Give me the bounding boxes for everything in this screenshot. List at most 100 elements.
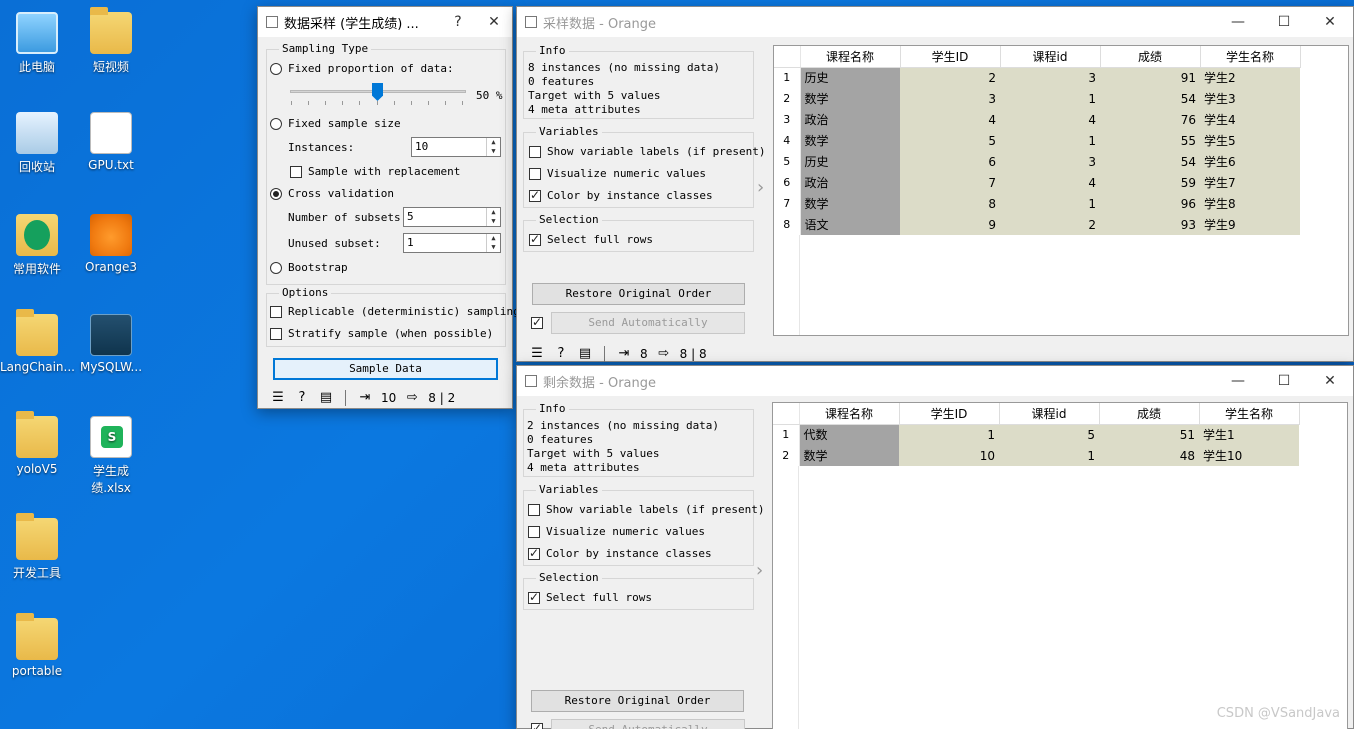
replacement-option[interactable]: Sample with replacement bbox=[290, 165, 460, 178]
column-header[interactable]: 课程id bbox=[999, 403, 1100, 425]
color-option[interactable]: Color by instance classes bbox=[529, 188, 713, 202]
collapse-panel-icon[interactable]: › bbox=[757, 177, 764, 198]
menu-icon[interactable]: ☰ bbox=[270, 391, 286, 405]
show-labels-checkbox[interactable] bbox=[529, 145, 541, 158]
visualize-checkbox[interactable] bbox=[529, 167, 541, 180]
table2-titlebar[interactable]: 剩余数据 - Orange — ☐ ✕ bbox=[517, 366, 1353, 396]
help-icon[interactable]: ? bbox=[553, 347, 569, 361]
table-row[interactable]: 1 历史 2 3 91 学生2 bbox=[774, 67, 1300, 88]
bootstrap-radio[interactable] bbox=[270, 261, 282, 274]
desktop-icon-mysql[interactable]: MySQLW... bbox=[74, 314, 148, 374]
instances-spinbox[interactable]: 10 ▲ ▼ bbox=[411, 137, 501, 157]
send-automatically-button[interactable]: Send Automatically bbox=[551, 719, 745, 729]
show-labels-option[interactable]: Show variable labels (if present) bbox=[528, 503, 765, 516]
visualize-option[interactable]: Visualize numeric values bbox=[529, 167, 706, 180]
auto-send-checkbox[interactable] bbox=[531, 721, 543, 729]
fixed-size-option[interactable]: Fixed sample size bbox=[270, 117, 401, 130]
table-row[interactable]: 7 数学 8 1 96 学生8 bbox=[774, 193, 1300, 214]
report-icon[interactable]: ▤ bbox=[318, 391, 334, 405]
help-button[interactable]: ? bbox=[440, 7, 476, 37]
column-header[interactable]: 成绩 bbox=[1099, 403, 1200, 425]
table-row[interactable]: 2 数学 10 1 48 学生10 bbox=[773, 445, 1299, 466]
minimize-button[interactable]: — bbox=[1215, 7, 1261, 37]
table1-grid[interactable]: 课程名称 学生ID 课程id 成绩 学生名称 1 历史 2 3 91 学生2 2 数学 3 1 5… bbox=[773, 45, 1349, 336]
desktop-icon-gpu-txt[interactable]: GPU.txt bbox=[74, 112, 148, 172]
table-row[interactable]: 4 数学 5 1 55 学生5 bbox=[774, 130, 1300, 151]
folder-icon bbox=[16, 214, 58, 256]
stratify-option[interactable]: Stratify sample (when possible) bbox=[270, 327, 493, 340]
maximize-button[interactable]: ☐ bbox=[1261, 7, 1307, 37]
table-row[interactable]: 3 政治 4 4 76 学生4 bbox=[774, 109, 1300, 130]
desktop-icon-recycle-bin[interactable]: 回收站 bbox=[0, 112, 74, 175]
column-header[interactable]: 课程名称 bbox=[799, 403, 900, 425]
spin-arrows-icon[interactable]: ▲ ▼ bbox=[486, 234, 500, 252]
color-checkbox[interactable] bbox=[529, 188, 541, 202]
column-header[interactable]: 学生名称 bbox=[1200, 46, 1301, 68]
auto-send-toggle[interactable] bbox=[531, 315, 549, 329]
replicable-option[interactable]: Replicable (deterministic) sampling bbox=[270, 305, 520, 318]
cross-validation-radio[interactable] bbox=[270, 187, 282, 200]
help-icon[interactable]: ? bbox=[294, 391, 310, 405]
replicable-checkbox[interactable] bbox=[270, 305, 282, 318]
show-labels-checkbox[interactable] bbox=[528, 503, 540, 516]
column-header[interactable]: 成绩 bbox=[1100, 46, 1201, 68]
color-checkbox[interactable] bbox=[528, 546, 540, 560]
desktop-icon-orange3[interactable]: Orange3 bbox=[74, 214, 148, 274]
sampled-data-window: 采样数据 - Orange — ☐ ✕ Info 8 instances (no… bbox=[516, 6, 1354, 362]
report-icon[interactable]: ▤ bbox=[577, 347, 593, 361]
column-header[interactable]: 学生ID bbox=[899, 403, 1000, 425]
visualize-checkbox[interactable] bbox=[528, 525, 540, 538]
visualize-option[interactable]: Visualize numeric values bbox=[528, 525, 705, 538]
table1-titlebar[interactable]: 采样数据 - Orange — ☐ ✕ bbox=[517, 7, 1353, 37]
column-header[interactable]: 课程id bbox=[1000, 46, 1101, 68]
restore-order-button[interactable]: Restore Original Order bbox=[532, 283, 745, 305]
auto-send-checkbox[interactable] bbox=[531, 315, 543, 329]
menu-icon[interactable]: ☰ bbox=[529, 347, 545, 361]
full-rows-checkbox[interactable] bbox=[529, 232, 541, 246]
fixed-size-radio[interactable] bbox=[270, 117, 282, 130]
collapse-panel-icon[interactable]: › bbox=[756, 560, 763, 581]
replacement-checkbox[interactable] bbox=[290, 165, 302, 178]
desktop-icon-langchain[interactable]: LangChain... bbox=[0, 309, 75, 374]
restore-order-button[interactable]: Restore Original Order bbox=[531, 690, 744, 712]
full-rows-option[interactable]: Select full rows bbox=[529, 232, 653, 246]
table2-grid[interactable]: 课程名称 学生ID 课程id 成绩 学生名称 1 代数 1 5 51 学生1 2 数学 10 1… bbox=[772, 402, 1348, 729]
cross-validation-option[interactable]: Cross validation bbox=[270, 187, 394, 200]
sampler-titlebar[interactable]: 数据采样 (学生成绩) ... ? ✕ bbox=[258, 7, 512, 37]
desktop-icon-student-scores[interactable]: 学生成绩.xlsx bbox=[74, 416, 148, 496]
desktop-icon-dev-tools[interactable]: 开发工具 bbox=[0, 513, 74, 581]
auto-send-toggle[interactable] bbox=[531, 721, 549, 729]
bootstrap-option[interactable]: Bootstrap bbox=[270, 261, 348, 274]
desktop-icon-yolov5[interactable]: yoloV5 bbox=[0, 411, 74, 476]
close-button[interactable]: ✕ bbox=[1307, 366, 1353, 396]
desktop-icon-portable[interactable]: portable bbox=[0, 613, 74, 678]
desktop-icon-this-pc[interactable]: 此电脑 bbox=[0, 12, 74, 75]
show-labels-option[interactable]: Show variable labels (if present) bbox=[529, 145, 766, 158]
close-button[interactable]: ✕ bbox=[476, 7, 512, 37]
table-row[interactable]: 8 语文 9 2 93 学生9 bbox=[774, 214, 1300, 235]
unused-subset-spinbox[interactable]: 1 ▲ ▼ bbox=[403, 233, 501, 253]
table-row[interactable]: 6 政治 7 4 59 学生7 bbox=[774, 172, 1300, 193]
desktop-icon-common-software[interactable]: 常用软件 bbox=[0, 214, 74, 277]
table-row[interactable]: 2 数学 3 1 54 学生3 bbox=[774, 88, 1300, 109]
spin-arrows-icon[interactable]: ▲ ▼ bbox=[486, 138, 500, 156]
sample-data-button[interactable]: Sample Data bbox=[273, 358, 498, 380]
maximize-button[interactable]: ☐ bbox=[1261, 366, 1307, 396]
table-row[interactable]: 1 代数 1 5 51 学生1 bbox=[773, 424, 1299, 445]
subsets-spinbox[interactable]: 5 ▲ ▼ bbox=[403, 207, 501, 227]
close-button[interactable]: ✕ bbox=[1307, 7, 1353, 37]
full-rows-checkbox[interactable] bbox=[528, 590, 540, 604]
column-header[interactable]: 学生名称 bbox=[1199, 403, 1300, 425]
fixed-proportion-option[interactable]: Fixed proportion of data: bbox=[270, 62, 454, 75]
minimize-button[interactable]: — bbox=[1215, 366, 1261, 396]
color-option[interactable]: Color by instance classes bbox=[528, 546, 712, 560]
fixed-proportion-radio[interactable] bbox=[270, 62, 282, 75]
desktop-icon-short-video[interactable]: 短视频 bbox=[74, 7, 148, 75]
full-rows-option[interactable]: Select full rows bbox=[528, 590, 652, 604]
table-row[interactable]: 5 历史 6 3 54 学生6 bbox=[774, 151, 1300, 172]
column-header[interactable]: 学生ID bbox=[900, 46, 1001, 68]
spin-arrows-icon[interactable]: ▲ ▼ bbox=[486, 208, 500, 226]
column-header[interactable]: 课程名称 bbox=[800, 46, 901, 68]
send-automatically-button[interactable]: Send Automatically bbox=[551, 312, 745, 334]
stratify-checkbox[interactable] bbox=[270, 327, 282, 340]
